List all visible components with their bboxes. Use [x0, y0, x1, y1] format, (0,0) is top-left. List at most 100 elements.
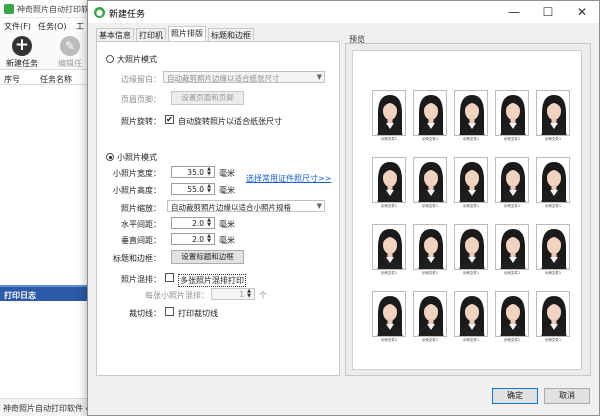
margin-label: 边缘留白：: [121, 75, 161, 84]
portrait-image: [536, 157, 570, 203]
title-border-label: 标题和边框：: [113, 254, 161, 263]
photo-caption: 示例文件1: [503, 338, 521, 342]
cancel-button[interactable]: 取消: [544, 388, 590, 404]
big-mode-radio[interactable]: [106, 55, 114, 63]
vgap-label: 垂直间距：: [121, 236, 161, 245]
photo-caption: 示例文件1: [380, 137, 398, 141]
margin-select[interactable]: 自动裁剪照片边缘以适合纸张尺寸 ▼: [163, 71, 325, 83]
hgap-value: 2.0: [192, 219, 204, 228]
stepper-arrows-icon[interactable]: ▲ ▼: [205, 167, 213, 177]
edit-task-button[interactable]: ✎ 编辑任: [58, 36, 82, 69]
rotate-checkbox[interactable]: ✔: [165, 115, 174, 124]
per-photo-label: 每张小照片混排：: [145, 291, 209, 300]
portrait-image: [495, 291, 529, 337]
tab-photo-layout[interactable]: 照片排版: [168, 26, 206, 42]
dialog-footer: 确定 取消: [88, 381, 599, 415]
margin-select-value: 自动裁剪照片边缘以适合纸张尺寸: [167, 74, 280, 83]
scale-select-value: 自动裁剪照片边缘以适合小照片规格: [171, 203, 291, 212]
portrait-image: [454, 291, 488, 337]
portrait-image: [536, 90, 570, 136]
preview-photo: 示例文件1: [454, 291, 488, 346]
portrait-image: [454, 157, 488, 203]
photo-caption: 示例文件1: [503, 137, 521, 141]
height-label: 小照片高度：: [113, 186, 161, 195]
preview-photo: 示例文件1: [413, 90, 447, 145]
preview-photo: 示例文件1: [454, 90, 488, 145]
per-photo-unit: 个: [259, 291, 267, 300]
preview-photo: 示例文件1: [372, 224, 406, 279]
column-task-name[interactable]: 任务名称: [40, 74, 72, 85]
main-toolbar: + 新建任务 ✎ 编辑任: [0, 32, 100, 70]
preview-photo: 示例文件1: [372, 90, 406, 145]
portrait-image: [372, 224, 406, 270]
menu-task[interactable]: 任务(O): [38, 21, 67, 32]
hgap-label: 水平间距：: [121, 220, 161, 229]
new-task-dialog: ● 新建任务 — ☐ ✕ 基本信息 打印机 照片排版 标题和边框 大照片模式 边…: [87, 0, 600, 416]
stepper-arrows-icon[interactable]: ▲ ▼: [205, 218, 213, 228]
preview-photo: 示例文件1: [454, 157, 488, 212]
preview-photo: 示例文件1: [536, 291, 570, 346]
dialog-app-icon: ●: [94, 7, 105, 18]
task-table-header: 序号 任务名称: [0, 71, 100, 85]
new-task-label: 新建任务: [6, 59, 38, 68]
cutline-label: 裁切线：: [129, 309, 161, 318]
plus-icon: +: [12, 36, 32, 56]
menu-file[interactable]: 文件(F): [4, 21, 31, 32]
stepper-arrows-icon[interactable]: ▲ ▼: [245, 289, 253, 299]
width-label: 小照片宽度：: [113, 169, 161, 178]
hgap-unit: 毫米: [219, 220, 235, 229]
chevron-down-icon: ▼: [316, 202, 322, 210]
portrait-image: [536, 291, 570, 337]
photo-caption: 示例文件1: [544, 338, 562, 342]
main-title: 神奇照片自动打印软件: [17, 5, 97, 14]
column-index[interactable]: 序号: [4, 74, 20, 85]
small-mode-radio[interactable]: [106, 153, 114, 161]
tab-basic-info[interactable]: 基本信息: [96, 28, 134, 41]
stepper-arrows-icon[interactable]: ▲ ▼: [205, 184, 213, 194]
title-border-button[interactable]: 设置标题和边框: [171, 250, 244, 264]
print-log-title: 打印日志: [0, 287, 92, 301]
ok-button[interactable]: 确定: [492, 388, 538, 404]
small-mode-label: 小照片模式: [117, 153, 157, 162]
cutline-checkbox[interactable]: [165, 307, 174, 316]
portrait-image: [413, 224, 447, 270]
scale-label: 照片缩放：: [121, 204, 161, 213]
portrait-image: [536, 224, 570, 270]
new-task-button[interactable]: + 新建任务: [6, 36, 38, 69]
per-photo-stepper[interactable]: 1 ▲ ▼: [211, 288, 255, 300]
width-stepper[interactable]: 35.0 ▲ ▼: [171, 166, 215, 178]
photo-caption: 示例文件1: [503, 271, 521, 275]
vgap-unit: 毫米: [219, 236, 235, 245]
menu-tools[interactable]: 工: [76, 21, 84, 32]
photo-caption: 示例文件1: [544, 204, 562, 208]
portrait-image: [372, 90, 406, 136]
preview-photo: 示例文件1: [413, 291, 447, 346]
mix-checkbox[interactable]: [165, 273, 174, 282]
preview-photo: 示例文件1: [495, 224, 529, 279]
portrait-image: [413, 90, 447, 136]
height-stepper[interactable]: 55.0 ▲ ▼: [171, 183, 215, 195]
width-unit: 毫米: [219, 169, 235, 178]
minimize-icon[interactable]: —: [497, 1, 531, 23]
photo-caption: 示例文件1: [544, 137, 562, 141]
portrait-image: [454, 224, 488, 270]
header-footer-label: 页眉页脚：: [121, 95, 161, 104]
preview-photo: 示例文件1: [495, 291, 529, 346]
chevron-down-icon: ▼: [316, 73, 322, 81]
photo-caption: 示例文件1: [462, 271, 480, 275]
tab-printer[interactable]: 打印机: [136, 28, 166, 41]
maximize-icon[interactable]: ☐: [531, 1, 565, 23]
vgap-stepper[interactable]: 2.0 ▲ ▼: [171, 233, 215, 245]
common-size-link[interactable]: 选择常用证件照尺寸>>: [246, 173, 331, 184]
tab-title-border[interactable]: 标题和边框: [208, 28, 254, 41]
hgap-stepper[interactable]: 2.0 ▲ ▼: [171, 217, 215, 229]
header-footer-button[interactable]: 设置页眉和页脚: [171, 91, 244, 105]
preview-photo: 示例文件1: [413, 224, 447, 279]
photo-caption: 示例文件1: [503, 204, 521, 208]
scale-select[interactable]: 自动裁剪照片边缘以适合小照片规格 ▼: [167, 200, 325, 212]
close-icon[interactable]: ✕: [565, 1, 599, 23]
photo-caption: 示例文件1: [544, 271, 562, 275]
stepper-arrows-icon[interactable]: ▲ ▼: [205, 234, 213, 244]
portrait-image: [413, 291, 447, 337]
photo-caption: 示例文件1: [421, 137, 439, 141]
